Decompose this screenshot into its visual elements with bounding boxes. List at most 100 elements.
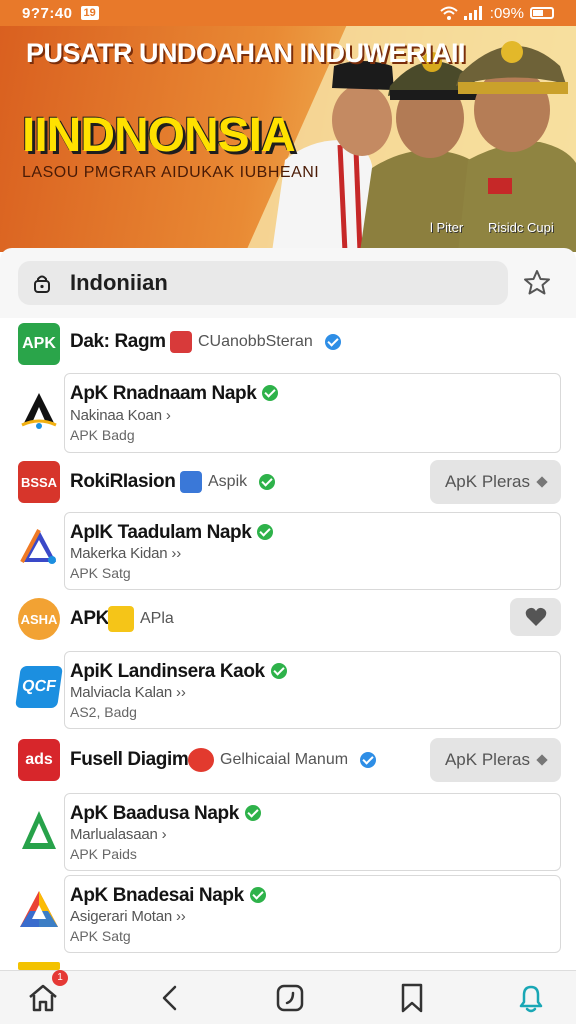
bell-icon[interactable] (514, 981, 548, 1015)
app-tag-text: APla (140, 610, 174, 627)
app-meta: APK Badg (70, 427, 135, 443)
chevron-right-icon: › (165, 407, 171, 424)
list-item[interactable]: ASHA APK APla (0, 596, 576, 644)
app-meta: APK Paids (70, 846, 137, 862)
chevron-right-icon: › (161, 826, 167, 843)
app-logo-icon: APK (18, 323, 60, 365)
verified-icon (257, 524, 274, 540)
app-logo-icon (20, 891, 58, 927)
verified-icon (249, 887, 266, 903)
list-item[interactable]: APK Dak: Ragm CUanobbSteran (0, 318, 576, 370)
apk-button[interactable]: ApK Pleras (430, 460, 561, 504)
verified-icon (259, 474, 276, 490)
app-name: Fusell Diagim (70, 749, 189, 770)
apk-button[interactable]: ApK Pleras (430, 738, 561, 782)
app-name: ApiK Landinsera Kaok (70, 661, 287, 683)
battery-icon (530, 7, 554, 19)
list-item[interactable]: ApK Rnadnaam Napk Nakinaa Koan › APK Bad… (0, 373, 576, 453)
status-icons: :09% (440, 5, 554, 22)
app-subtitle: Nakinaa Koan › (70, 407, 171, 424)
app-name-text: ApIK Taadulam Napk (70, 522, 252, 543)
app-meta: APK Satg (70, 565, 131, 581)
diamond-icon (536, 754, 548, 766)
app-logo-icon (20, 529, 56, 564)
app-logo-icon (21, 393, 57, 429)
search-input[interactable]: Indoniian (18, 261, 508, 305)
verified-icon (244, 805, 261, 821)
apk-button-label: ApK Pleras (444, 472, 531, 491)
banner-title: PUSATR UNDOAHAN INDUWERIAII (26, 38, 466, 68)
banner-caption-left: l Piter (430, 220, 464, 235)
list-item[interactable]: BSSA RokiRIasion Aspik ApK Pleras (0, 458, 576, 506)
search-app-icon (170, 331, 192, 353)
app-subtitle: Makerka Kidan ›› (70, 545, 181, 562)
wifi-icon (440, 6, 458, 20)
promo-banner[interactable]: PUSATR UNDOAHAN INDUWERIAII IINDNONSIA L… (0, 0, 576, 252)
app-name: ApIK Taadulam Napk (70, 522, 274, 544)
app-subtitle-text: Nakinaa Koan (70, 407, 162, 424)
status-bar: 9?7:40 19 :09% (0, 0, 576, 26)
app-name: RokiRIasion (70, 471, 176, 492)
app-tag-text: CUanobbSteran (198, 333, 313, 350)
app-logo-icon: QCF (15, 666, 63, 708)
double-chevron-icon: ›› (176, 908, 186, 925)
banner-subtitle: LASOU PMGRAR AIDUKAK IUBHEANI (22, 164, 320, 181)
app-name: ApK Baadusa Napk (70, 803, 261, 825)
verified-icon (262, 385, 279, 401)
search-area: Indoniian (0, 248, 576, 318)
app-subtitle: Malviacla Kalan ›› (70, 684, 186, 701)
notification-badge-icon: 19 (80, 6, 99, 20)
list-item[interactable]: ApK Baadusa Napk Marlualasaan › APK Paid… (0, 793, 576, 871)
home-icon[interactable] (26, 981, 60, 1015)
signal-icon (463, 6, 482, 20)
app-meta: AS2, Badg (70, 704, 137, 720)
verified-icon (270, 663, 287, 679)
app-meta: APK Satg (70, 928, 131, 944)
app-name-text: ApiK Landinsera Kaok (70, 661, 265, 682)
bottom-nav (0, 970, 576, 1024)
list-item[interactable]: ads Fusell Diagim Gelhicaial Manum ApK P… (0, 736, 576, 784)
app-tag: Gelhicaial Manum (188, 748, 377, 772)
back-icon[interactable] (154, 981, 188, 1015)
battery-percent: :09% (489, 4, 524, 22)
location-pin-icon (108, 606, 134, 632)
app-name-text: ApK Baadusa Napk (70, 803, 239, 824)
app-logo-icon: BSSA (18, 461, 60, 503)
favorite-button[interactable] (510, 598, 561, 636)
search-query: Indoniian (70, 270, 168, 295)
app-name: ApK Rnadnaam Napk (70, 383, 279, 405)
status-time: 9?7:40 (22, 4, 73, 22)
verified-icon (360, 752, 377, 768)
list-item[interactable]: ApK Bnadesai Napk Asigerari Motan ›› APK… (0, 875, 576, 953)
app-name: APK (70, 608, 109, 629)
search-app-icon (180, 471, 202, 493)
list-item[interactable]: ApIK Taadulam Napk Makerka Kidan ›› APK … (0, 512, 576, 590)
banner-headline: IINDNONSIA (22, 109, 296, 162)
verified-icon (324, 334, 341, 350)
star-icon[interactable] (522, 268, 552, 298)
bookmark-icon[interactable] (395, 981, 429, 1015)
app-tag: CUanobbSteran (170, 331, 341, 353)
list-item[interactable]: QCF ApiK Landinsera Kaok Malviacla Kalan… (0, 651, 576, 729)
app-name-text: ApK Bnadesai Napk (70, 885, 244, 906)
app-screen: PUSATR UNDOAHAN INDUWERIAII IINDNONSIA L… (0, 0, 576, 1024)
app-subtitle-text: Makerka Kidan (70, 545, 168, 562)
smiley-icon (188, 748, 214, 772)
app-subtitle-text: Marlualasaan (70, 826, 158, 843)
app-logo-icon: ASHA (18, 598, 60, 640)
app-name: Dak: Ragm (70, 331, 166, 352)
app-tag-text: Gelhicaial Manum (220, 751, 349, 768)
notification-count-badge: 1 (52, 970, 68, 986)
app-name-text: ApK Rnadnaam Napk (70, 383, 257, 404)
banner-caption-right: Risidc Cupi (488, 220, 554, 235)
app-subtitle: Asigerari Motan ›› (70, 908, 186, 925)
lock-icon (34, 275, 50, 293)
tabs-icon[interactable] (273, 981, 307, 1015)
diamond-icon (536, 476, 548, 488)
app-logo-icon: ads (18, 739, 60, 781)
app-tag-text: Aspik (208, 473, 248, 490)
app-logo-icon (22, 811, 56, 849)
apk-button-label: ApK Pleras (444, 750, 531, 769)
app-name: ApK Bnadesai Napk (70, 885, 266, 907)
double-chevron-icon: ›› (171, 545, 182, 562)
